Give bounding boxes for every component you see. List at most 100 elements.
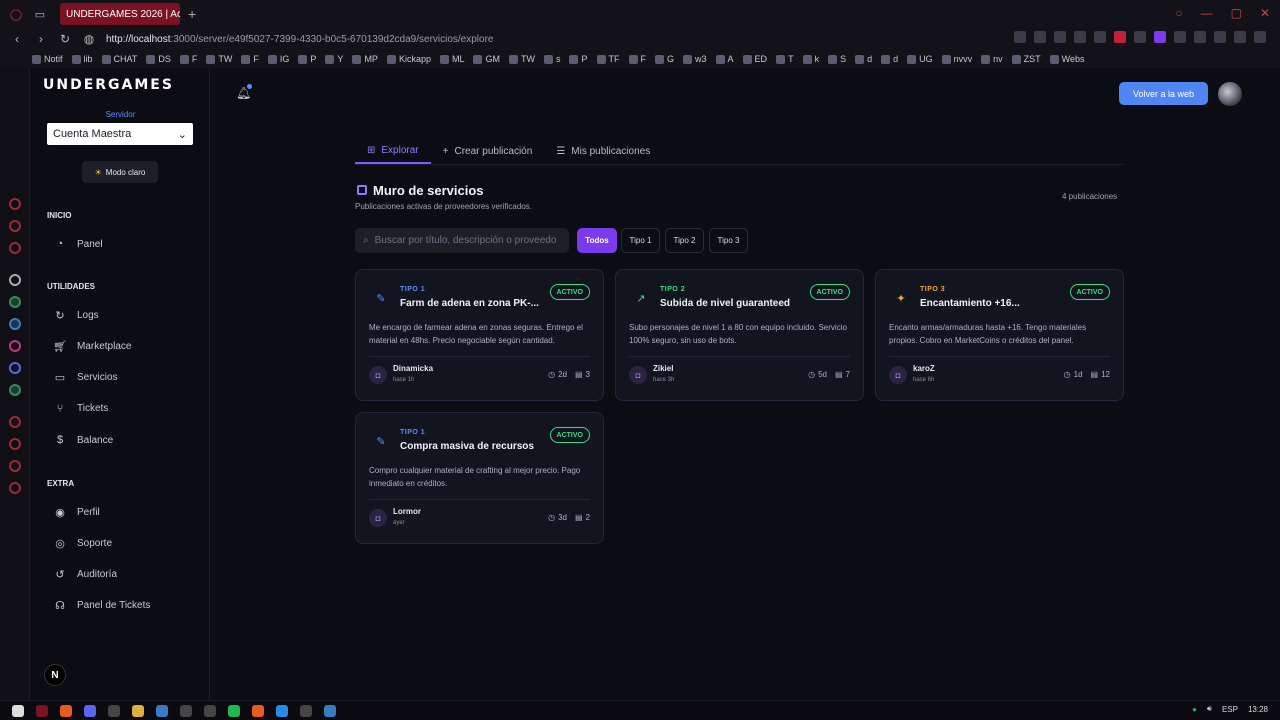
whatsapp-icon[interactable] bbox=[9, 296, 21, 308]
service-card[interactable]: ↗ TIPO 2 Subida de nivel guaranteed ACTIVO S… bbox=[615, 269, 864, 401]
telegram-icon[interactable] bbox=[9, 318, 21, 330]
tab-mis-publicaciones[interactable]: ☰ Mis publicaciones bbox=[544, 139, 662, 164]
bookmark-item[interactable]: GM bbox=[473, 54, 500, 64]
bookmark-item[interactable]: CHAT bbox=[101, 54, 137, 64]
taskbar-app-icon[interactable] bbox=[156, 704, 168, 717]
service-card[interactable]: ✎ TIPO 1 Farm de adena en zona PK-... ACTIV… bbox=[355, 269, 604, 401]
bookmark-item[interactable]: F bbox=[179, 54, 197, 64]
filter-todos[interactable]: Todos bbox=[577, 228, 617, 253]
sidebar-item-servicios[interactable]: ▭ Servicios bbox=[53, 368, 118, 388]
search-input[interactable]: ⌕ Buscar por título, descripción o prove… bbox=[355, 228, 569, 253]
extension-icon[interactable] bbox=[1194, 31, 1206, 43]
shopping-icon[interactable] bbox=[9, 220, 21, 232]
server-select[interactable]: Cuenta Maestra ⌄ bbox=[47, 123, 193, 145]
bookmark-item[interactable]: k bbox=[802, 54, 819, 64]
taskbar-app-icon[interactable] bbox=[60, 704, 72, 717]
workspaces-icon[interactable]: ▭ bbox=[32, 6, 48, 22]
vscode-icon[interactable] bbox=[276, 704, 288, 717]
close-button[interactable]: ✕ bbox=[1260, 6, 1270, 20]
site-info-icon[interactable]: ◍ bbox=[82, 32, 96, 46]
tab-explorar[interactable]: ⊞ Explorar bbox=[355, 139, 431, 164]
bookmark-item[interactable]: Kickapp bbox=[386, 54, 431, 64]
taskbar-app-icon[interactable] bbox=[180, 704, 192, 717]
extension-icon[interactable] bbox=[1114, 31, 1126, 43]
volume-icon[interactable]: 🔊︎ bbox=[1207, 704, 1212, 714]
back-to-web-button[interactable]: Volver a la web bbox=[1119, 82, 1208, 105]
extension-icon[interactable] bbox=[1254, 31, 1266, 43]
nextjs-badge[interactable]: N bbox=[44, 664, 66, 686]
bookmark-item[interactable]: DS bbox=[146, 54, 171, 64]
extension-icon[interactable] bbox=[1214, 31, 1226, 43]
bookmark-item[interactable]: TW bbox=[508, 54, 535, 64]
tab-crear-publicaci-n[interactable]: + Crear publicación bbox=[431, 139, 545, 164]
maximize-button[interactable]: ▢ bbox=[1231, 6, 1242, 20]
app-icon[interactable] bbox=[9, 384, 21, 396]
minimize-button[interactable]: — bbox=[1201, 6, 1213, 20]
language-indicator[interactable]: ESP bbox=[1222, 705, 1238, 714]
bookmark-item[interactable]: Notif bbox=[32, 54, 63, 64]
new-tab-button[interactable]: + bbox=[188, 6, 196, 22]
extension-icon[interactable] bbox=[1234, 31, 1246, 43]
extension-icon[interactable] bbox=[1034, 31, 1046, 43]
bookmark-item[interactable]: Y bbox=[325, 54, 343, 64]
sidebar-item-panel-de-tickets[interactable]: ☊ Panel de Tickets bbox=[53, 596, 150, 616]
extension-icon[interactable] bbox=[1054, 31, 1066, 43]
bookmark-item[interactable]: G bbox=[655, 54, 674, 64]
extension-icon[interactable] bbox=[1094, 31, 1106, 43]
bookmark-item[interactable]: P bbox=[298, 54, 316, 64]
reload-icon[interactable]: ↻ bbox=[58, 32, 72, 46]
filter-tipo-2[interactable]: Tipo 2 bbox=[665, 228, 704, 253]
discord-icon[interactable] bbox=[9, 362, 21, 374]
bookmark-item[interactable]: lib bbox=[71, 54, 93, 64]
taskbar-app-icon[interactable] bbox=[108, 704, 120, 717]
bookmark-item[interactable]: F bbox=[241, 54, 259, 64]
bookmark-item[interactable]: IG bbox=[267, 54, 289, 64]
extension-icon[interactable] bbox=[1074, 31, 1086, 43]
bookmark-item[interactable]: T bbox=[776, 54, 794, 64]
bookmark-item[interactable]: Webs bbox=[1049, 54, 1084, 64]
bookmark-item[interactable]: TW bbox=[206, 54, 232, 64]
taskbar-app-icon[interactable] bbox=[84, 704, 96, 717]
extension-icon[interactable] bbox=[1134, 31, 1146, 43]
sidebar-item-marketplace[interactable]: 🛒︎ Marketplace bbox=[53, 336, 131, 356]
instagram-icon[interactable] bbox=[9, 340, 21, 352]
bookmark-item[interactable]: ZST bbox=[1011, 54, 1041, 64]
taskbar-app-icon[interactable] bbox=[300, 704, 312, 717]
bookmark-item[interactable]: s bbox=[543, 54, 560, 64]
browser-tab-active[interactable]: UNDERGAMES 2026 | Acc bbox=[60, 3, 180, 25]
bookmark-item[interactable]: d bbox=[881, 54, 898, 64]
back-icon[interactable]: ‹ bbox=[10, 32, 24, 46]
sidebar-item-auditor-a[interactable]: ↺ Auditoría bbox=[53, 565, 117, 585]
bookmark-item[interactable]: S bbox=[828, 54, 846, 64]
sidebar-item-perfil[interactable]: ◉ Perfil bbox=[53, 502, 100, 522]
bookmark-item[interactable]: d bbox=[855, 54, 872, 64]
bookmark-item[interactable]: TF bbox=[596, 54, 620, 64]
logo[interactable]: UNDERGAMES bbox=[43, 77, 174, 93]
sidebar-item-panel[interactable]: ◔ Panel bbox=[53, 234, 103, 254]
settings-icon[interactable] bbox=[9, 482, 21, 494]
bookmark-item[interactable]: ED bbox=[742, 54, 767, 64]
bookmark-item[interactable]: A bbox=[715, 54, 734, 64]
bookmark-item[interactable]: P bbox=[569, 54, 588, 64]
extension-icon[interactable] bbox=[1154, 31, 1166, 43]
start-icon[interactable] bbox=[12, 704, 24, 717]
extensions-sidebar-icon[interactable] bbox=[9, 460, 21, 472]
search-icon[interactable]: ○ bbox=[1175, 6, 1182, 20]
taskbar-app-icon[interactable] bbox=[204, 704, 216, 717]
notifications-bell-icon[interactable]: 🔔︎ bbox=[236, 84, 253, 100]
bookmark-item[interactable]: ML bbox=[439, 54, 464, 64]
taskbar-app-icon[interactable] bbox=[36, 704, 48, 717]
opera-logo-icon[interactable]: ◯ bbox=[8, 6, 24, 22]
bookmark-item[interactable]: MP bbox=[352, 54, 378, 64]
service-card[interactable]: ✦ TIPO 3 Encantamiento +16... ACTIVO Encanto… bbox=[875, 269, 1124, 401]
taskbar-app-icon[interactable] bbox=[228, 704, 240, 717]
aria-icon[interactable] bbox=[9, 198, 21, 210]
sidebar-item-tickets[interactable]: ⑂ Tickets bbox=[53, 399, 109, 419]
chatgpt-icon[interactable] bbox=[9, 274, 21, 286]
taskbar-app-icon[interactable] bbox=[132, 704, 144, 717]
clock-icon[interactable] bbox=[9, 438, 21, 450]
taskbar-app-icon[interactable] bbox=[324, 704, 336, 717]
bookmark-item[interactable]: w3 bbox=[683, 54, 707, 64]
clock[interactable]: 13:28 bbox=[1248, 705, 1268, 714]
taskbar-app-icon[interactable] bbox=[252, 704, 264, 717]
